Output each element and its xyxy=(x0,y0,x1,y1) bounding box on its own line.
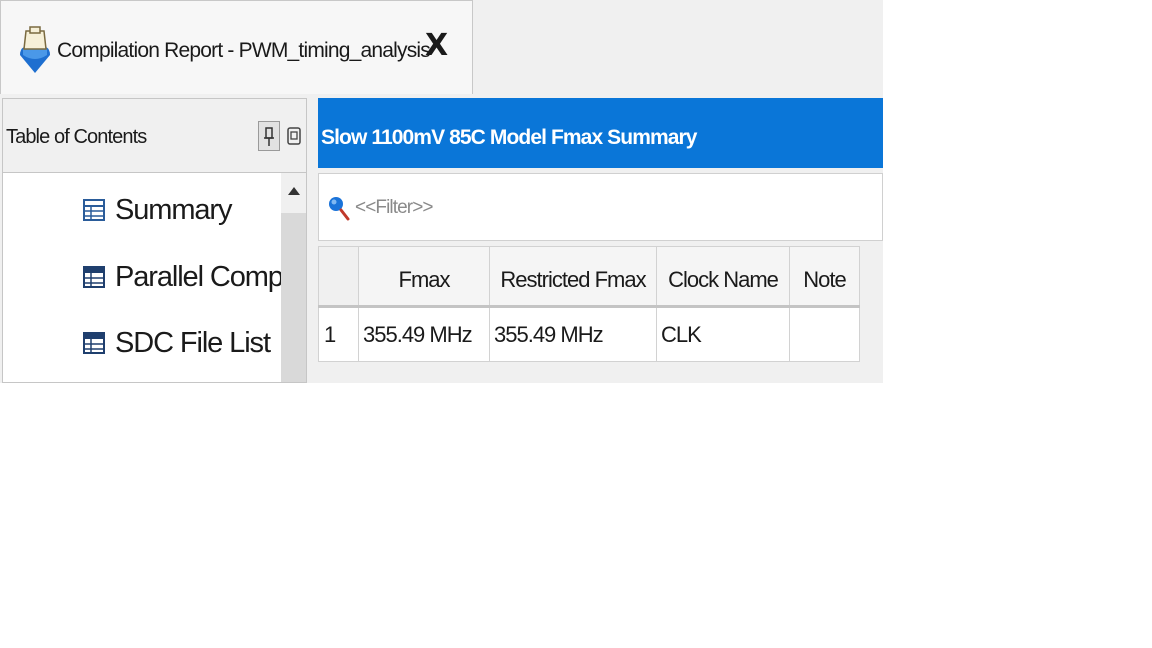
scroll-up-button[interactable] xyxy=(281,173,306,213)
column-header-restricted-fmax[interactable]: Restricted Fmax xyxy=(489,246,657,308)
pin-button[interactable] xyxy=(258,121,280,151)
column-header-note[interactable]: Note xyxy=(789,246,860,308)
report-title: Slow 1100mV 85C Model Fmax Summary xyxy=(321,126,697,149)
quartus-icon xyxy=(20,26,50,73)
fmax-table: Fmax Restricted Fmax Clock Name Note 1 3… xyxy=(318,246,860,362)
arrow-up-icon xyxy=(288,187,300,195)
fmax-table-container: Fmax Restricted Fmax Clock Name Note 1 3… xyxy=(318,246,883,383)
column-header-clock-name[interactable]: Clock Name xyxy=(656,246,790,308)
table-icon xyxy=(83,199,105,221)
filter-input[interactable] xyxy=(355,194,855,222)
toc-item-label: SDC File List xyxy=(115,326,271,359)
float-icon xyxy=(287,127,301,145)
table-icon xyxy=(83,266,105,288)
table-header-row: Fmax Restricted Fmax Clock Name Note xyxy=(318,246,860,308)
toc-item-parallel-compilation[interactable]: Parallel Compila xyxy=(83,257,281,297)
toc-title: Table of Contents xyxy=(6,126,147,148)
column-header-index[interactable] xyxy=(318,246,359,308)
toc-panel: Table of Contents Summary Parallel Com S… xyxy=(2,98,307,383)
toc-header: Table of Contents xyxy=(3,99,306,173)
float-button[interactable] xyxy=(284,121,304,151)
search-icon xyxy=(329,197,350,221)
cell-fmax: 355.49 MHz xyxy=(358,306,490,362)
report-tab[interactable]: Compilation Report - PWM_timing_analysis… xyxy=(0,0,473,94)
column-header-fmax[interactable]: Fmax xyxy=(358,246,490,308)
tab-title: Compilation Report - PWM_timing_analysis xyxy=(57,39,431,62)
close-icon[interactable]: X xyxy=(425,31,448,61)
toc-scrollbar[interactable] xyxy=(281,173,306,382)
compilation-report-window: Compilation Report - PWM_timing_analysis… xyxy=(0,0,883,383)
toc-item-label: Parallel Compila xyxy=(115,260,281,293)
table-row[interactable]: 1 355.49 MHz 355.49 MHz CLK xyxy=(318,306,860,362)
cell-clock-name: CLK xyxy=(656,306,790,362)
toc-list: Summary Parallel Compila xyxy=(3,173,281,382)
table-icon xyxy=(83,332,105,354)
cell-note xyxy=(789,306,860,362)
toc-item-summary[interactable]: Summary xyxy=(83,190,232,230)
toc-item-label: Summary xyxy=(115,193,232,226)
filter-bar xyxy=(318,173,883,241)
row-number: 1 xyxy=(318,306,359,362)
toc-item-sdc-file-list[interactable]: SDC File List xyxy=(83,323,271,363)
pin-icon xyxy=(264,127,274,146)
report-header: Slow 1100mV 85C Model Fmax Summary xyxy=(318,98,883,168)
cell-restricted-fmax: 355.49 MHz xyxy=(489,306,657,362)
